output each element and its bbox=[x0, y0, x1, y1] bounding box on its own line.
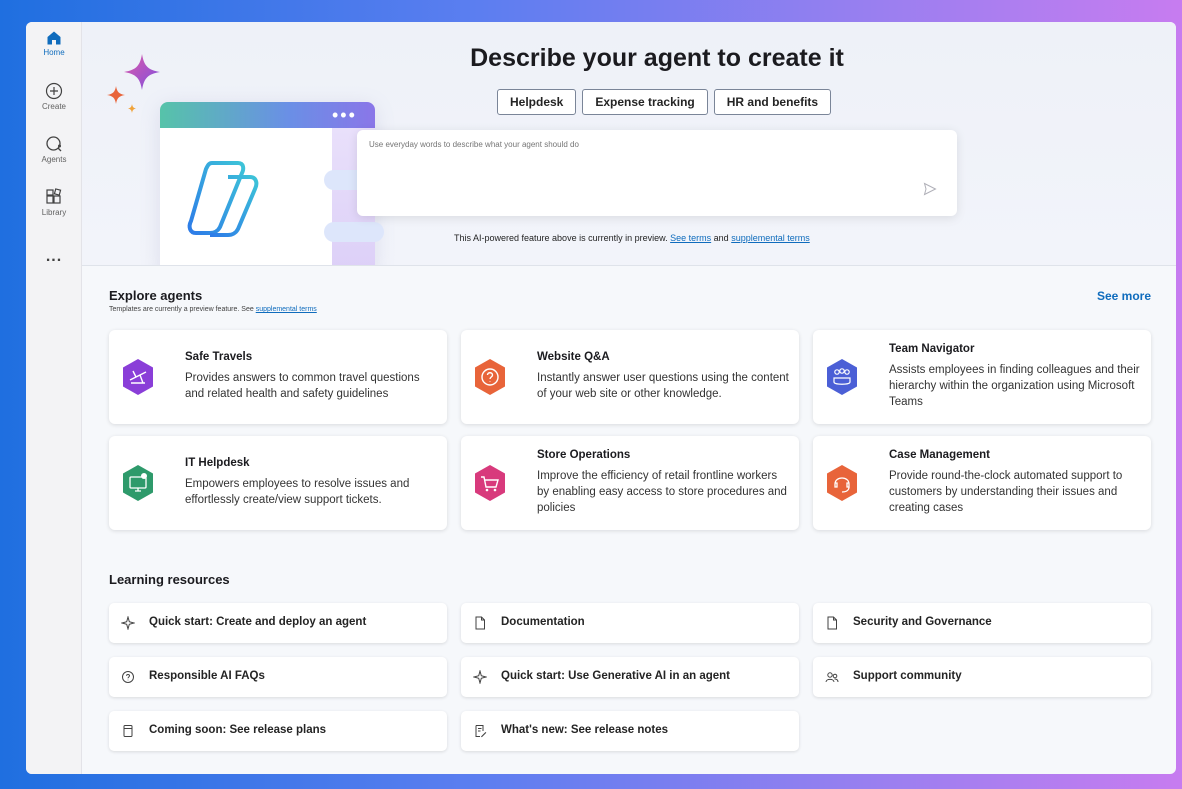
templates-supplemental-link[interactable]: supplemental terms bbox=[256, 306, 317, 313]
agent-description-box bbox=[357, 130, 957, 216]
desktop-help-icon bbox=[123, 465, 153, 501]
people-community-icon bbox=[825, 672, 839, 683]
agent-title: Safe Travels bbox=[185, 351, 253, 363]
agent-title: Case Management bbox=[889, 449, 990, 461]
see-terms-link[interactable]: See terms bbox=[670, 233, 711, 243]
templates-note-text: Templates are currently a preview featur… bbox=[109, 306, 254, 313]
document-icon bbox=[475, 616, 485, 630]
nav-agents[interactable]: Agents bbox=[26, 135, 82, 164]
agent-card-safe-travels[interactable]: Safe Travels Provides answers to common … bbox=[109, 330, 447, 424]
chip-helpdesk[interactable]: Helpdesk bbox=[497, 89, 577, 115]
plus-circle-icon bbox=[45, 82, 63, 100]
explore-agents-title: Explore agents bbox=[109, 288, 203, 303]
resource-label: Quick start: Create and deploy an agent bbox=[149, 616, 367, 628]
resource-label: Security and Governance bbox=[853, 616, 992, 628]
suggestion-chips: Helpdesk Expense tracking HR and benefit… bbox=[497, 89, 832, 115]
agents-icon bbox=[46, 136, 62, 152]
sparkle-icon bbox=[121, 616, 135, 630]
chat-question-icon bbox=[122, 671, 134, 683]
resource-documentation[interactable]: Documentation bbox=[461, 603, 799, 643]
document-icon bbox=[827, 616, 837, 630]
page-title: Describe your agent to create it bbox=[470, 44, 844, 72]
sparkle-icon bbox=[473, 670, 487, 684]
illustration-chip-2 bbox=[324, 222, 384, 242]
agent-description: Provides answers to common travel questi… bbox=[185, 372, 420, 400]
agent-title: Store Operations bbox=[537, 449, 631, 461]
agent-card-website-qa[interactable]: Website Q&A Instantly answer user questi… bbox=[461, 330, 799, 424]
agent-card-team-navigator[interactable]: Team Navigator Assists employees in find… bbox=[813, 330, 1151, 424]
resource-support-community[interactable]: Support community bbox=[813, 657, 1151, 697]
copilot-logo-icon bbox=[187, 161, 259, 237]
nav-library[interactable]: Library bbox=[26, 188, 82, 217]
hero-section: ••• Describe your agent to create it Hel… bbox=[82, 22, 1176, 266]
agent-card-case-management[interactable]: Case Management Provide round-the-clock … bbox=[813, 436, 1151, 530]
home-icon bbox=[47, 31, 61, 45]
learning-resources-header: Learning resources bbox=[109, 572, 230, 587]
resource-label: Coming soon: See release plans bbox=[149, 724, 327, 736]
chip-hr-benefits[interactable]: HR and benefits bbox=[713, 89, 832, 115]
agent-description: Provide round-the-clock automated suppor… bbox=[889, 470, 1123, 514]
notebook-icon bbox=[123, 725, 133, 737]
agent-title: Website Q&A bbox=[537, 351, 610, 363]
illustration-dots: ••• bbox=[332, 105, 357, 125]
agent-description: Improve the efficiency of retail frontli… bbox=[537, 470, 787, 514]
nav-create-label: Create bbox=[41, 102, 66, 111]
airplane-icon bbox=[123, 359, 153, 395]
templates-note: Templates are currently a preview featur… bbox=[109, 306, 317, 313]
supplemental-terms-link[interactable]: supplemental terms bbox=[731, 233, 810, 243]
see-more-link[interactable]: See more bbox=[1097, 289, 1151, 303]
send-icon[interactable] bbox=[923, 182, 937, 196]
agent-description: Empowers employees to resolve issues and… bbox=[185, 478, 410, 506]
disclaimer-text: This AI-powered feature above is current… bbox=[454, 233, 668, 243]
resource-release-plans[interactable]: Coming soon: See release plans bbox=[109, 711, 447, 751]
nav-more-button[interactable]: ... bbox=[26, 248, 82, 266]
resource-label: Documentation bbox=[501, 616, 585, 628]
resource-label: What's new: See release notes bbox=[501, 724, 668, 736]
resource-label: Responsible AI FAQs bbox=[149, 670, 265, 682]
headset-icon bbox=[827, 465, 857, 501]
resource-quick-start-generative-ai[interactable]: Quick start: Use Generative AI in an age… bbox=[461, 657, 799, 697]
agent-title: Team Navigator bbox=[889, 343, 975, 355]
explore-agents-header: Explore agents Templates are currently a… bbox=[109, 288, 317, 313]
resource-label: Quick start: Use Generative AI in an age… bbox=[501, 670, 731, 682]
nav-home-label: Home bbox=[43, 48, 65, 57]
nav-agents-label: Agents bbox=[41, 155, 67, 164]
agent-description-input[interactable] bbox=[369, 140, 889, 149]
resource-release-notes[interactable]: What's new: See release notes bbox=[461, 711, 799, 751]
people-icon bbox=[827, 359, 857, 395]
question-chat-icon bbox=[475, 359, 505, 395]
learning-resources-title: Learning resources bbox=[109, 572, 230, 587]
agent-card-it-helpdesk[interactable]: IT Helpdesk Empowers employees to resolv… bbox=[109, 436, 447, 530]
nav-home[interactable]: Home bbox=[26, 30, 82, 57]
nav-library-label: Library bbox=[41, 208, 67, 217]
cart-icon bbox=[475, 465, 505, 501]
library-icon bbox=[46, 188, 62, 204]
resource-quick-start-create[interactable]: Quick start: Create and deploy an agent bbox=[109, 603, 447, 643]
chip-expense-tracking[interactable]: Expense tracking bbox=[582, 89, 708, 115]
resource-label: Support community bbox=[853, 670, 962, 682]
resource-responsible-ai-faqs[interactable]: Responsible AI FAQs bbox=[109, 657, 447, 697]
left-nav: Home Create Agents Library ... bbox=[26, 22, 82, 774]
app-window: Home Create Agents Library ... ••• Descr… bbox=[26, 22, 1176, 774]
agent-description: Instantly answer user questions using th… bbox=[537, 372, 789, 400]
disclaimer-and: and bbox=[713, 233, 729, 243]
notes-edit-icon bbox=[475, 725, 487, 738]
resource-security-governance[interactable]: Security and Governance bbox=[813, 603, 1151, 643]
nav-create[interactable]: Create bbox=[26, 82, 82, 111]
agent-title: IT Helpdesk bbox=[185, 457, 250, 469]
agent-description: Assists employees in finding colleagues … bbox=[889, 364, 1140, 408]
agent-card-store-operations[interactable]: Store Operations Improve the efficiency … bbox=[461, 436, 799, 530]
preview-disclaimer: This AI-powered feature above is current… bbox=[454, 233, 810, 243]
